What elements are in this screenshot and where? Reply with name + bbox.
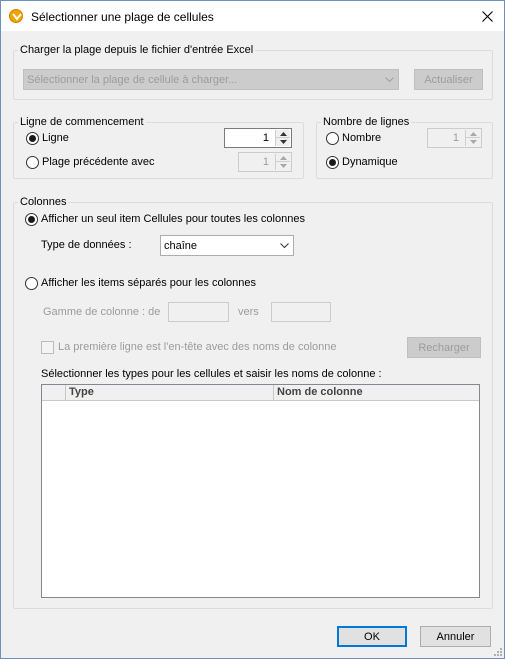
data-type-select[interactable]: chaîne — [160, 235, 294, 256]
ok-button[interactable]: OK — [337, 626, 407, 647]
range-to-label: vers — [238, 306, 259, 318]
cell-range-combo[interactable]: Sélectionner la plage de cellule à charg… — [23, 69, 399, 90]
chevron-down-icon — [280, 242, 289, 248]
column-header-type[interactable]: Type — [65, 385, 273, 401]
previous-range-label: Plage précédente avec — [42, 156, 155, 168]
title-bar: Sélectionner une plage de cellules — [1, 1, 504, 31]
chevron-down-icon — [385, 76, 394, 82]
dynamic-radio[interactable] — [326, 156, 339, 169]
row-stepper-down[interactable] — [276, 138, 290, 146]
start-row-legend: Ligne de commencement — [18, 116, 146, 128]
previous-range-stepper[interactable]: 1 — [238, 152, 292, 172]
reload-button[interactable]: Recharger — [407, 337, 481, 358]
range-from-label: Gamme de colonne : de — [43, 306, 161, 318]
dynamic-radio-label: Dynamique — [342, 156, 398, 168]
data-type-value: chaîne — [164, 239, 198, 252]
cancel-button[interactable]: Annuler — [420, 626, 491, 647]
number-radio[interactable] — [326, 132, 339, 145]
previous-range-value: 1 — [262, 156, 269, 168]
close-icon — [481, 10, 493, 22]
previous-range-down[interactable] — [276, 162, 290, 170]
previous-range-radio[interactable] — [26, 156, 39, 169]
table-header: Type Nom de colonne — [42, 385, 479, 401]
separate-items-label: Afficher les items séparés pour les colo… — [41, 277, 257, 289]
previous-range-up[interactable] — [276, 154, 290, 162]
separate-items-radio[interactable] — [25, 277, 38, 290]
number-radio-label: Nombre — [342, 132, 382, 144]
row-count-legend: Nombre de lignes — [321, 116, 412, 128]
number-stepper-value: 1 — [452, 132, 459, 144]
row-radio-label: Ligne — [42, 132, 69, 144]
close-button[interactable] — [470, 1, 504, 31]
column-header-name[interactable]: Nom de colonne — [273, 385, 479, 401]
header-row-label: La première ligne est l'en-tête avec des… — [58, 341, 337, 353]
column-types-table[interactable]: Type Nom de colonne — [41, 384, 480, 598]
data-type-label: Type de données : — [41, 239, 132, 251]
resize-grip-icon[interactable] — [492, 646, 502, 656]
dialog-window: Sélectionner une plage de cellules Charg… — [0, 0, 505, 659]
range-to-input[interactable] — [271, 302, 331, 322]
row-radio[interactable] — [26, 132, 39, 145]
number-stepper[interactable]: 1 — [427, 128, 482, 148]
row-stepper-up[interactable] — [276, 130, 290, 138]
columns-legend: Colonnes — [18, 196, 69, 208]
range-from-input[interactable] — [168, 302, 229, 322]
number-stepper-up[interactable] — [466, 130, 480, 138]
row-stepper-value: 1 — [262, 132, 269, 144]
refresh-button[interactable]: Actualiser — [414, 69, 483, 90]
types-caption: Sélectionner les types pour les cellules… — [41, 368, 382, 380]
row-stepper[interactable]: 1 — [224, 128, 292, 148]
single-item-label: Afficher un seul item Cellules pour tout… — [41, 213, 305, 225]
cell-range-combo-text: Sélectionner la plage de cellule à charg… — [27, 73, 238, 86]
app-logo-icon — [9, 9, 23, 23]
header-row-checkbox[interactable] — [41, 341, 54, 354]
window-title: Sélectionner une plage de cellules — [31, 10, 214, 24]
number-stepper-down[interactable] — [466, 138, 480, 146]
single-item-radio[interactable] — [25, 213, 38, 226]
load-range-legend: Charger la plage depuis le fichier d'ent… — [18, 44, 256, 56]
